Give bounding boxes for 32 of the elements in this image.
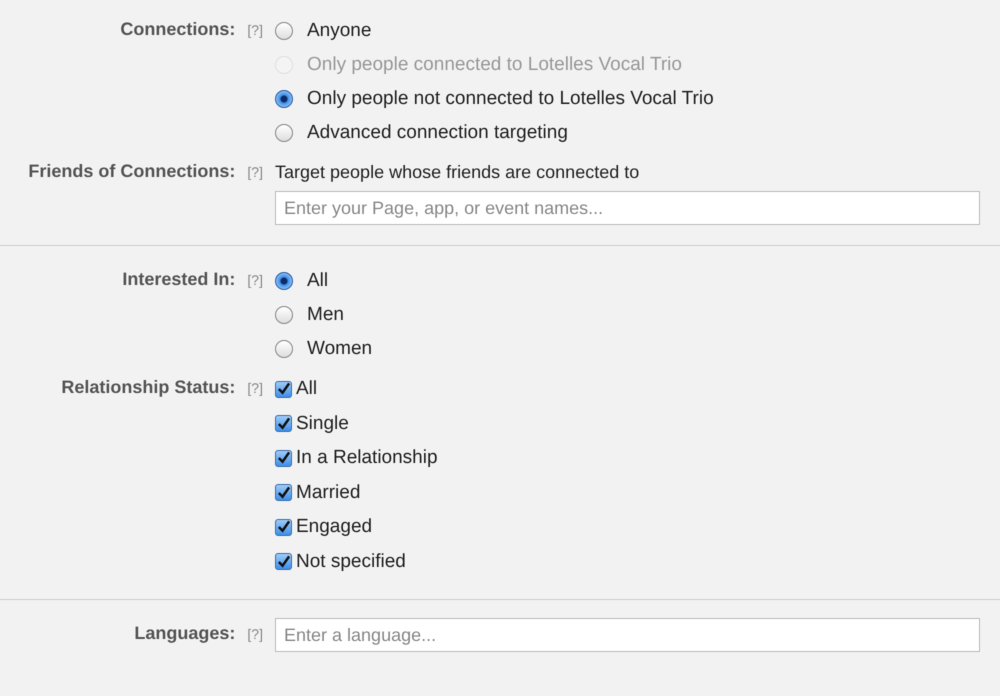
checkbox-option[interactable]: Engaged [275, 510, 372, 544]
radio-button[interactable] [275, 306, 293, 324]
checkbox[interactable] [275, 518, 292, 536]
text-input[interactable]: Enter a language... [275, 618, 980, 652]
checkbox[interactable] [275, 415, 292, 432]
field-label: Languages: [134, 623, 236, 644]
text-input[interactable]: Enter your Page, app, or event names... [275, 191, 980, 225]
field-label: Relationship Status: [61, 377, 236, 398]
field-label: Friends of Connections: [28, 161, 236, 182]
radio-option[interactable]: Only people not connected to Lotelles Vocal Trio [275, 82, 714, 116]
checkbox[interactable] [275, 380, 292, 398]
radio-option[interactable]: Advanced connection targeting [275, 116, 568, 150]
radio-button[interactable] [275, 272, 293, 290]
radio-button[interactable] [275, 124, 293, 142]
radio-button[interactable] [275, 90, 293, 108]
radio-option[interactable]: All [275, 264, 328, 298]
field-label: Interested In: [122, 269, 236, 290]
checkbox[interactable] [275, 553, 292, 570]
field-description: Target people whose friends are connected to [275, 161, 640, 184]
checkbox[interactable] [275, 450, 292, 467]
checkbox-option[interactable]: Not specified [275, 544, 406, 579]
radio-button[interactable] [275, 340, 293, 358]
checkbox-option[interactable]: Single [275, 406, 349, 441]
field-label: Connections: [120, 19, 236, 40]
radio-button[interactable] [275, 22, 293, 40]
radio-option[interactable]: Women [275, 332, 372, 366]
checkbox-option[interactable]: Married [275, 476, 360, 510]
checkbox[interactable] [275, 484, 292, 502]
checkbox-option[interactable]: In a Relationship [275, 441, 438, 476]
radio-option[interactable]: Anyone [275, 14, 372, 48]
checkbox-option[interactable]: All [275, 372, 318, 406]
radio-option[interactable]: Men [275, 298, 344, 332]
